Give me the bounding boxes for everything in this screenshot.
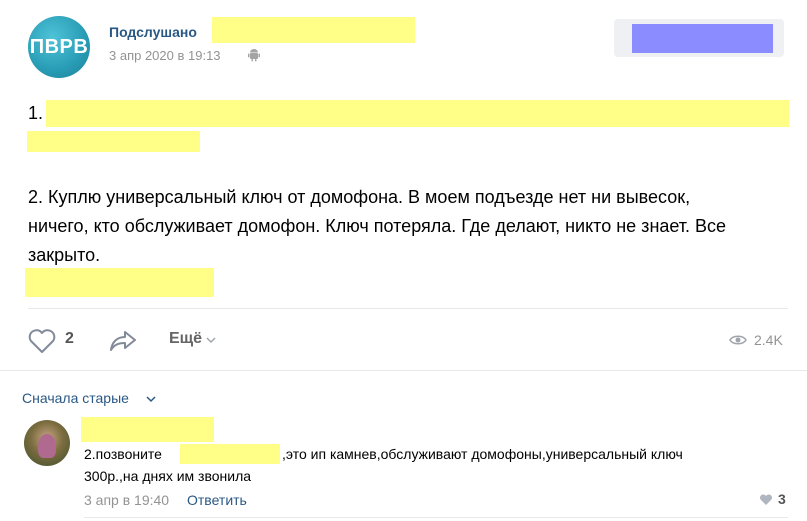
more-button[interactable]: Ещё [169, 330, 202, 348]
heart-icon[interactable] [759, 494, 773, 506]
divider [84, 517, 788, 518]
comments-sort-dropdown[interactable]: Сначала старые [22, 390, 129, 406]
redacted-menu [632, 24, 773, 53]
chevron-down-icon [206, 337, 216, 344]
eye-icon [729, 335, 747, 345]
post-item2-line2: ничего, кто обслуживает домофон. Ключ по… [28, 216, 727, 236]
group-avatar[interactable]: ПВРВ [28, 16, 90, 78]
divider [28, 308, 788, 309]
reply-button[interactable]: Ответить [187, 492, 247, 508]
post-item2-line3: закрыто. [28, 245, 101, 265]
comment-text-suffix: ,это ип камнев,обслуживают домофоны,унив… [282, 446, 683, 462]
comment-like-count[interactable]: 3 [778, 491, 786, 507]
redacted-text [27, 131, 200, 152]
like-count[interactable]: 2 [65, 330, 74, 348]
redacted-text [180, 444, 280, 464]
heart-icon[interactable] [27, 328, 57, 354]
post-item2-line1: 2. Куплю универсальный ключ от домофона.… [28, 187, 691, 207]
comment-text-prefix: 2.позвоните [84, 446, 162, 462]
android-icon [248, 49, 260, 62]
post-item1-number: 1. [28, 103, 44, 123]
chevron-down-icon[interactable] [146, 395, 156, 403]
comment-author-avatar[interactable] [24, 420, 70, 466]
redacted-header [212, 17, 415, 43]
redacted-author-name [81, 417, 214, 442]
section-divider [0, 370, 807, 371]
post-date[interactable]: 3 апр 2020 в 19:13 [109, 48, 221, 63]
view-count: 2.4K [754, 332, 783, 348]
group-name-link[interactable]: Подслушано [109, 24, 197, 40]
comment-date[interactable]: 3 апр в 19:40 [84, 492, 169, 508]
share-icon[interactable] [108, 329, 138, 353]
group-avatar-text: ПВРВ [29, 35, 89, 58]
redacted-text [25, 268, 214, 297]
comment-text-line2: 300р.,на днях им звонила [84, 468, 252, 484]
redacted-text [46, 100, 789, 127]
